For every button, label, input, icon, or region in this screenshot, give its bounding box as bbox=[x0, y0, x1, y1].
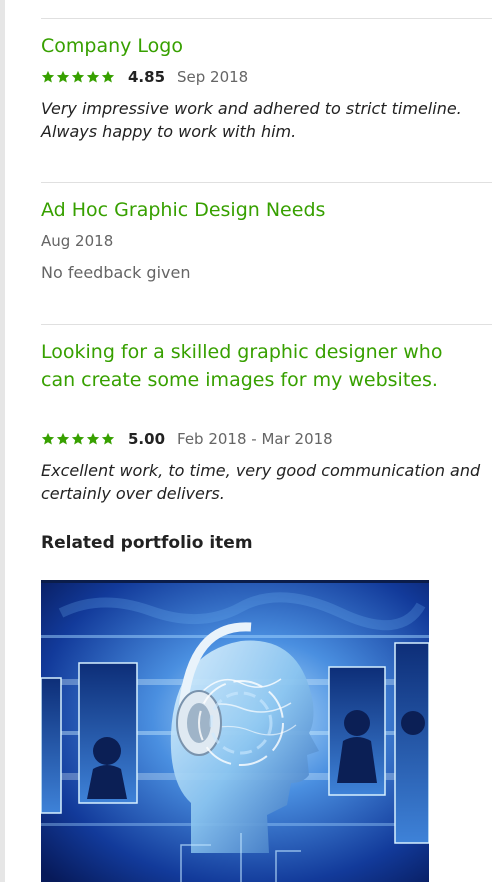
left-border bbox=[0, 0, 5, 882]
portfolio-item-thumbnail[interactable] bbox=[41, 580, 429, 882]
divider bbox=[41, 182, 492, 183]
rating-row: 4.85 Sep 2018 bbox=[41, 67, 248, 87]
rating-score: 4.85 bbox=[128, 68, 166, 86]
divider bbox=[41, 324, 492, 325]
star-icon bbox=[101, 432, 115, 445]
client-feedback: Very impressive work and adhered to stri… bbox=[41, 99, 462, 141]
star-icon bbox=[86, 70, 100, 83]
rating-score: 5.00 bbox=[128, 430, 166, 448]
job-date: Feb 2018 - Mar 2018 bbox=[177, 430, 333, 448]
star-icon bbox=[41, 432, 55, 445]
job-title[interactable]: Ad Hoc Graphic Design Needs bbox=[41, 196, 461, 224]
job-title[interactable]: Company Logo bbox=[41, 32, 461, 60]
work-history-panel: Company Logo 4.85 Sep 2018 Very impressi… bbox=[0, 0, 492, 882]
job-title[interactable]: Looking for a skilled graphic designer w… bbox=[41, 338, 461, 394]
job-date: Sep 2018 bbox=[177, 68, 249, 86]
job-date: Aug 2018 bbox=[41, 232, 114, 250]
star-icon bbox=[101, 70, 115, 83]
star-icon bbox=[41, 70, 55, 83]
client-feedback: No feedback given bbox=[41, 263, 191, 282]
divider bbox=[41, 18, 492, 19]
star-rating bbox=[41, 432, 116, 446]
star-icon bbox=[86, 432, 100, 445]
star-icon bbox=[56, 432, 70, 445]
related-portfolio-heading: Related portfolio item bbox=[41, 533, 253, 553]
star-icon bbox=[71, 432, 85, 445]
star-icon bbox=[71, 70, 85, 83]
client-feedback: Excellent work, to time, very good commu… bbox=[41, 461, 481, 503]
rating-row: 5.00 Feb 2018 - Mar 2018 bbox=[41, 429, 333, 449]
star-rating bbox=[41, 70, 116, 84]
portfolio-image-headphones-brain-icon bbox=[41, 583, 429, 882]
star-icon bbox=[56, 70, 70, 83]
